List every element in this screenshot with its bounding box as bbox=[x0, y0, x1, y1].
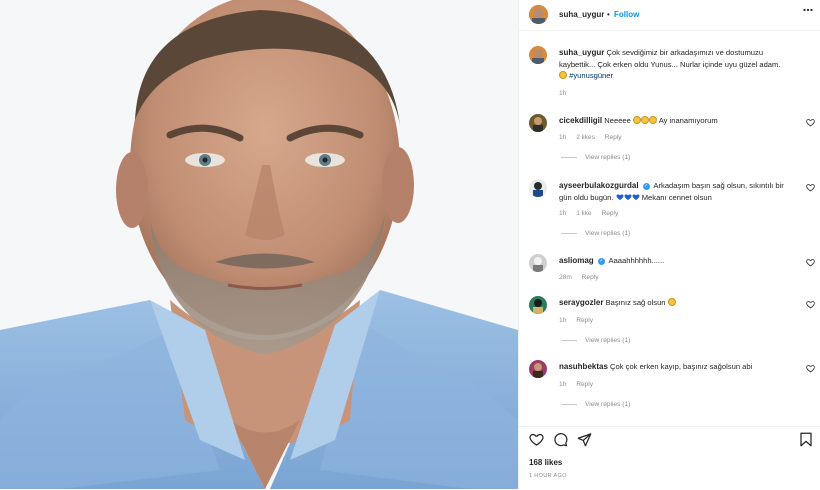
comment-like-heart-icon[interactable] bbox=[806, 364, 815, 373]
header-username[interactable]: suha_uygur bbox=[559, 10, 604, 19]
view-replies-label: View replies (1) bbox=[585, 230, 631, 237]
blue-heart-emoji-icon bbox=[616, 193, 624, 200]
sad-emoji-icon bbox=[633, 116, 641, 124]
comment-avatar[interactable] bbox=[529, 296, 547, 314]
comment-icon[interactable] bbox=[553, 432, 568, 447]
sad-emoji-icon bbox=[559, 71, 567, 79]
avatar[interactable] bbox=[529, 5, 548, 24]
comment-username[interactable]: cicekdilligil bbox=[559, 116, 602, 125]
reply-button[interactable]: Reply bbox=[576, 381, 593, 388]
comment-avatar[interactable] bbox=[529, 360, 547, 378]
comment-meta: 1h 1 like Reply bbox=[559, 210, 626, 217]
post-side-panel: suha_uygur • Follow suha_uygur Çok sevdi… bbox=[518, 0, 820, 489]
comment-text-block: cicekdilligil Neeeee Ay inanamıyorum bbox=[559, 116, 718, 125]
view-replies-label: View replies (1) bbox=[585, 401, 631, 408]
post-actions: 168 likes 1 HOUR AGO bbox=[519, 426, 820, 490]
reply-button[interactable]: Reply bbox=[576, 317, 593, 324]
sad-emoji-icon bbox=[641, 116, 649, 124]
comment-time: 1h bbox=[559, 381, 567, 388]
portrait-image bbox=[0, 0, 518, 489]
comment-avatar[interactable] bbox=[529, 254, 547, 272]
comment-time: 1h bbox=[559, 317, 567, 324]
view-replies-button[interactable]: View replies (1) bbox=[561, 337, 630, 344]
blue-heart-emoji-icon bbox=[624, 193, 632, 200]
view-replies-line bbox=[561, 339, 577, 341]
comment-like-heart-icon[interactable] bbox=[806, 183, 815, 192]
comment-meta: 1h 2 likes Reply bbox=[559, 134, 630, 141]
comment-text-block: seraygozler Başınız sağ olsun bbox=[559, 297, 797, 309]
comments-section[interactable]: suha_uygur Çok sevdiğimiz bir arkadaşımı… bbox=[519, 30, 820, 426]
view-replies-label: View replies (1) bbox=[585, 154, 631, 161]
hashtag-link[interactable]: #yunusgüner bbox=[569, 71, 613, 80]
caption-time: 1h bbox=[559, 90, 567, 97]
view-replies-line bbox=[561, 403, 577, 405]
bookmark-icon[interactable] bbox=[799, 432, 813, 447]
comment-text-block: ayseerbulakozgurdal ✓ Arkadaşım başın sa… bbox=[559, 180, 797, 203]
comment-username[interactable]: seraygozler bbox=[559, 298, 603, 307]
comment-text: Çok çok erken kayıp, başınız sağolsun ab… bbox=[610, 362, 753, 371]
blue-heart-emoji-icon bbox=[632, 193, 640, 200]
comment-like-heart-icon[interactable] bbox=[806, 258, 815, 267]
comment-text: Aaaahhhhhh...... bbox=[608, 256, 665, 265]
likes-count[interactable]: 168 likes bbox=[529, 458, 562, 467]
sad-emoji-icon bbox=[649, 116, 657, 124]
verified-icon: ✓ bbox=[642, 182, 650, 190]
view-replies-button[interactable]: View replies (1) bbox=[561, 401, 630, 408]
comment-meta: 1h Reply bbox=[559, 317, 601, 324]
comment-time: 1h bbox=[559, 210, 567, 217]
comment-like-heart-icon[interactable] bbox=[806, 118, 815, 127]
post-time-ago[interactable]: 1 HOUR AGO bbox=[529, 473, 567, 479]
comment-time: 1h bbox=[559, 134, 567, 141]
view-replies-button[interactable]: View replies (1) bbox=[561, 230, 630, 237]
separator-dot: • bbox=[607, 10, 610, 19]
verified-icon: ✓ bbox=[597, 257, 605, 265]
share-icon[interactable] bbox=[577, 432, 592, 447]
comment-likes-count[interactable]: 1 like bbox=[576, 210, 591, 217]
caption-username[interactable]: suha_uygur bbox=[559, 48, 604, 57]
sad-emoji-icon bbox=[667, 298, 676, 306]
post-photo[interactable] bbox=[0, 0, 518, 489]
comment-text-block: asliomag ✓ Aaaahhhhhh...... bbox=[559, 255, 797, 267]
comment-time: 28m bbox=[559, 274, 572, 281]
reply-button[interactable]: Reply bbox=[601, 210, 618, 217]
caption-avatar[interactable] bbox=[529, 46, 547, 64]
comment-avatar[interactable] bbox=[529, 114, 547, 132]
more-icon[interactable] bbox=[803, 5, 813, 18]
follow-button[interactable]: Follow bbox=[614, 10, 639, 19]
comment-text-block: nasuhbektas Çok çok erken kayıp, başınız… bbox=[559, 361, 797, 373]
comment-like-heart-icon[interactable] bbox=[806, 300, 815, 309]
comment-likes-count[interactable]: 2 likes bbox=[576, 134, 595, 141]
heart-icon[interactable] bbox=[529, 432, 544, 447]
comment-text-2: Mekanı cennet olsun bbox=[641, 192, 712, 202]
reply-button[interactable]: Reply bbox=[582, 274, 599, 281]
view-replies-label: View replies (1) bbox=[585, 337, 631, 344]
caption-meta: 1h bbox=[559, 90, 574, 97]
view-replies-line bbox=[561, 232, 577, 234]
caption-text-block: suha_uygur Çok sevdiğimiz bir arkadaşımı… bbox=[559, 47, 797, 82]
comment-text: Başınız sağ olsun bbox=[605, 298, 666, 307]
comment-text: Neeeee bbox=[604, 116, 631, 125]
view-replies-button[interactable]: View replies (1) bbox=[561, 154, 630, 161]
comment-username[interactable]: nasuhbektas bbox=[559, 362, 608, 371]
comment-username[interactable]: ayseerbulakozgurdal bbox=[559, 181, 639, 190]
comment-username[interactable]: asliomag bbox=[559, 256, 594, 265]
avatar-image bbox=[529, 5, 548, 24]
comment-meta: 28m Reply bbox=[559, 274, 607, 281]
comment-meta: 1h Reply bbox=[559, 381, 601, 388]
reply-button[interactable]: Reply bbox=[605, 134, 622, 141]
comment-avatar[interactable] bbox=[529, 179, 547, 197]
view-replies-line bbox=[561, 156, 577, 158]
post-header: suha_uygur • Follow bbox=[519, 0, 820, 31]
